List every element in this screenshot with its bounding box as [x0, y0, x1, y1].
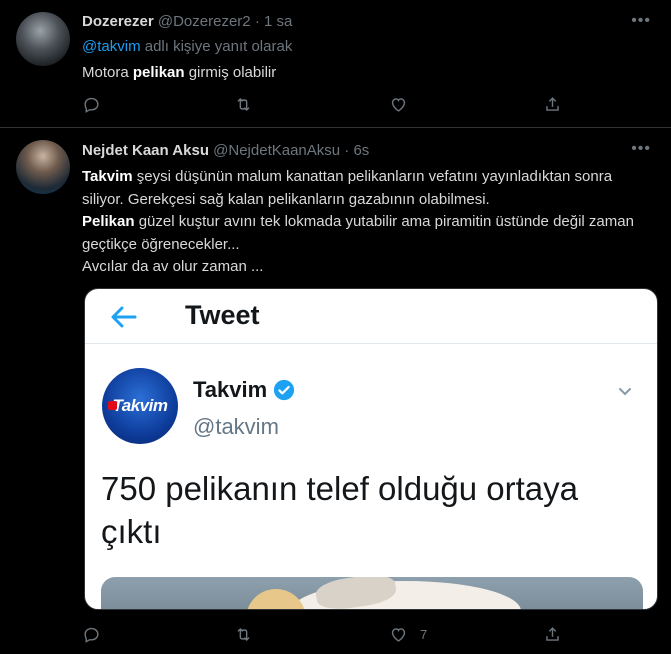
retweet-button[interactable]	[234, 622, 265, 646]
tweet-text-post: girmiş olabilir	[184, 64, 277, 81]
takvim-logo: Takvim	[102, 368, 178, 444]
share-icon	[546, 626, 559, 641]
more-options-icon[interactable]: •••	[631, 140, 651, 158]
replying-to: @takvim adlı kişiye yanıt olarak	[82, 38, 292, 55]
tweet-paragraph-1: Takvim şeysi düşünün malum kanattan peli…	[82, 166, 657, 211]
highlighted-term: pelikan	[132, 64, 185, 81]
tweet-paragraph-1-text: şeysi düşünün malum kanattan pelikanları…	[82, 168, 613, 208]
embedded-topbar: Tweet	[85, 289, 657, 344]
highlighted-term: Takvim	[82, 168, 133, 185]
embedded-handle: @takvim	[193, 414, 279, 439]
heart-icon	[391, 627, 406, 642]
pelican-photo	[101, 577, 643, 609]
retweet-icon	[237, 97, 250, 111]
pelican-pouch	[246, 589, 306, 609]
flag-icon	[108, 401, 117, 410]
reply-icon	[84, 627, 99, 643]
display-name[interactable]: Dozerezer	[82, 13, 154, 30]
more-options-icon[interactable]: •••	[631, 12, 651, 30]
verified-badge-icon	[274, 379, 295, 401]
tweet-paragraph-3: Avcılar da av olur zaman ...	[82, 258, 264, 275]
like-button[interactable]: 7	[389, 622, 427, 646]
highlighted-term: Pelikan	[82, 213, 135, 230]
share-button[interactable]	[543, 92, 562, 116]
tweet-paragraph-2: Pelikan güzel kuştur avını tek lokmada y…	[82, 211, 657, 256]
tweet-actions	[82, 92, 562, 116]
avatar[interactable]	[16, 140, 70, 194]
heart-icon	[391, 97, 406, 112]
embedded-display-name: Takvim	[193, 377, 268, 402]
back-arrow-icon	[111, 306, 137, 328]
chevron-down-icon	[619, 388, 631, 396]
share-icon	[546, 96, 559, 111]
like-count: 7	[420, 626, 428, 642]
tweet-dozerezer[interactable]: Dozerezer @Dozerezer2 · 1 sa ••• @takvim…	[0, 0, 671, 128]
like-button[interactable]	[389, 92, 420, 116]
tweet-paragraph-2-text: güzel kuştur avını tek lokmada yutabilir…	[82, 213, 634, 253]
retweet-button[interactable]	[234, 92, 265, 116]
timestamp[interactable]: 6s	[353, 142, 369, 159]
tweet-text: Motora pelikan girmiş olabilir	[82, 64, 276, 81]
reply-mention-link[interactable]: @takvim	[82, 38, 141, 55]
retweet-icon	[237, 627, 250, 641]
tweet-header: Dozerezer @Dozerezer2 · 1 sa	[82, 13, 292, 30]
user-handle[interactable]: @NejdetKaanAksu	[213, 142, 340, 159]
user-handle[interactable]: @Dozerezer2	[158, 13, 251, 30]
timestamp[interactable]: 1 sa	[264, 13, 292, 30]
tweet-actions: 7	[82, 622, 562, 646]
tweet-nejdet-kaan-aksu[interactable]: Nejdet Kaan Aksu @NejdetKaanAksu · 6s ••…	[0, 128, 671, 654]
tweet-text-pre: Motora	[82, 64, 133, 81]
embedded-title: Tweet	[185, 300, 260, 330]
share-button[interactable]	[543, 622, 562, 646]
separator-dot: ·	[254, 13, 260, 30]
reply-button[interactable]	[82, 92, 113, 116]
display-name[interactable]: Nejdet Kaan Aksu	[82, 142, 209, 159]
embedded-headline: 750 pelikanın telef olduğu ortaya çıktı	[101, 470, 579, 550]
attached-screenshot[interactable]: Tweet Takvim Takvim @takvim 750 pelikanı…	[84, 288, 658, 610]
embedded-account-name: Takvim	[193, 377, 295, 403]
logo-text: Takvim	[112, 396, 168, 415]
avatar[interactable]	[16, 12, 70, 66]
reply-to-text: adlı kişiye yanıt olarak	[140, 38, 293, 55]
separator-dot: ·	[344, 142, 350, 159]
tweet-text: Takvim şeysi düşünün malum kanattan peli…	[82, 166, 657, 279]
reply-button[interactable]	[82, 622, 113, 646]
reply-icon	[84, 97, 99, 113]
tweet-header: Nejdet Kaan Aksu @NejdetKaanAksu · 6s	[82, 142, 369, 159]
